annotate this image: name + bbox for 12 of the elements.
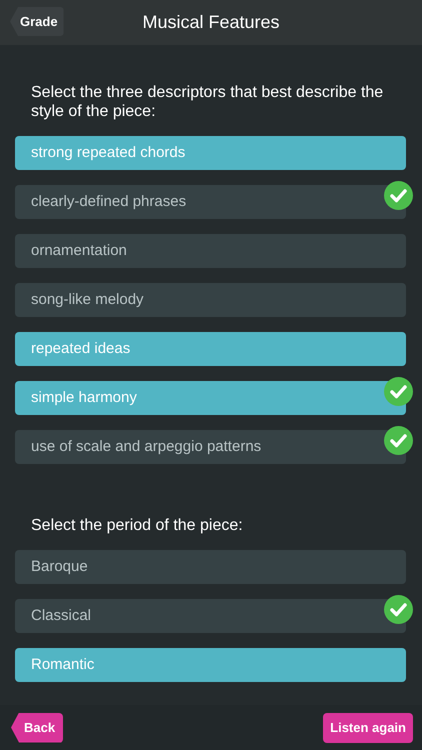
listen-again-button[interactable]: Listen again [323, 712, 413, 742]
answer-option[interactable]: Classical [15, 599, 406, 633]
question-prompt: Select the period of the piece: [30, 516, 244, 535]
answer-option[interactable]: use of scale and arpeggio patterns [15, 430, 406, 464]
answer-option[interactable]: song-like melody [15, 283, 406, 317]
back-button[interactable]: Grade [10, 7, 64, 36]
question-prompt: Select the three descriptors that best describe the style of the piece: [30, 83, 384, 121]
screen-title: Musical Features [142, 11, 280, 34]
answer-option[interactable]: ornamentation [15, 234, 406, 268]
answer-option[interactable]: clearly-defined phrases [15, 185, 406, 219]
back-button[interactable]: Back [11, 712, 64, 742]
answer-option[interactable]: Baroque [15, 550, 406, 584]
